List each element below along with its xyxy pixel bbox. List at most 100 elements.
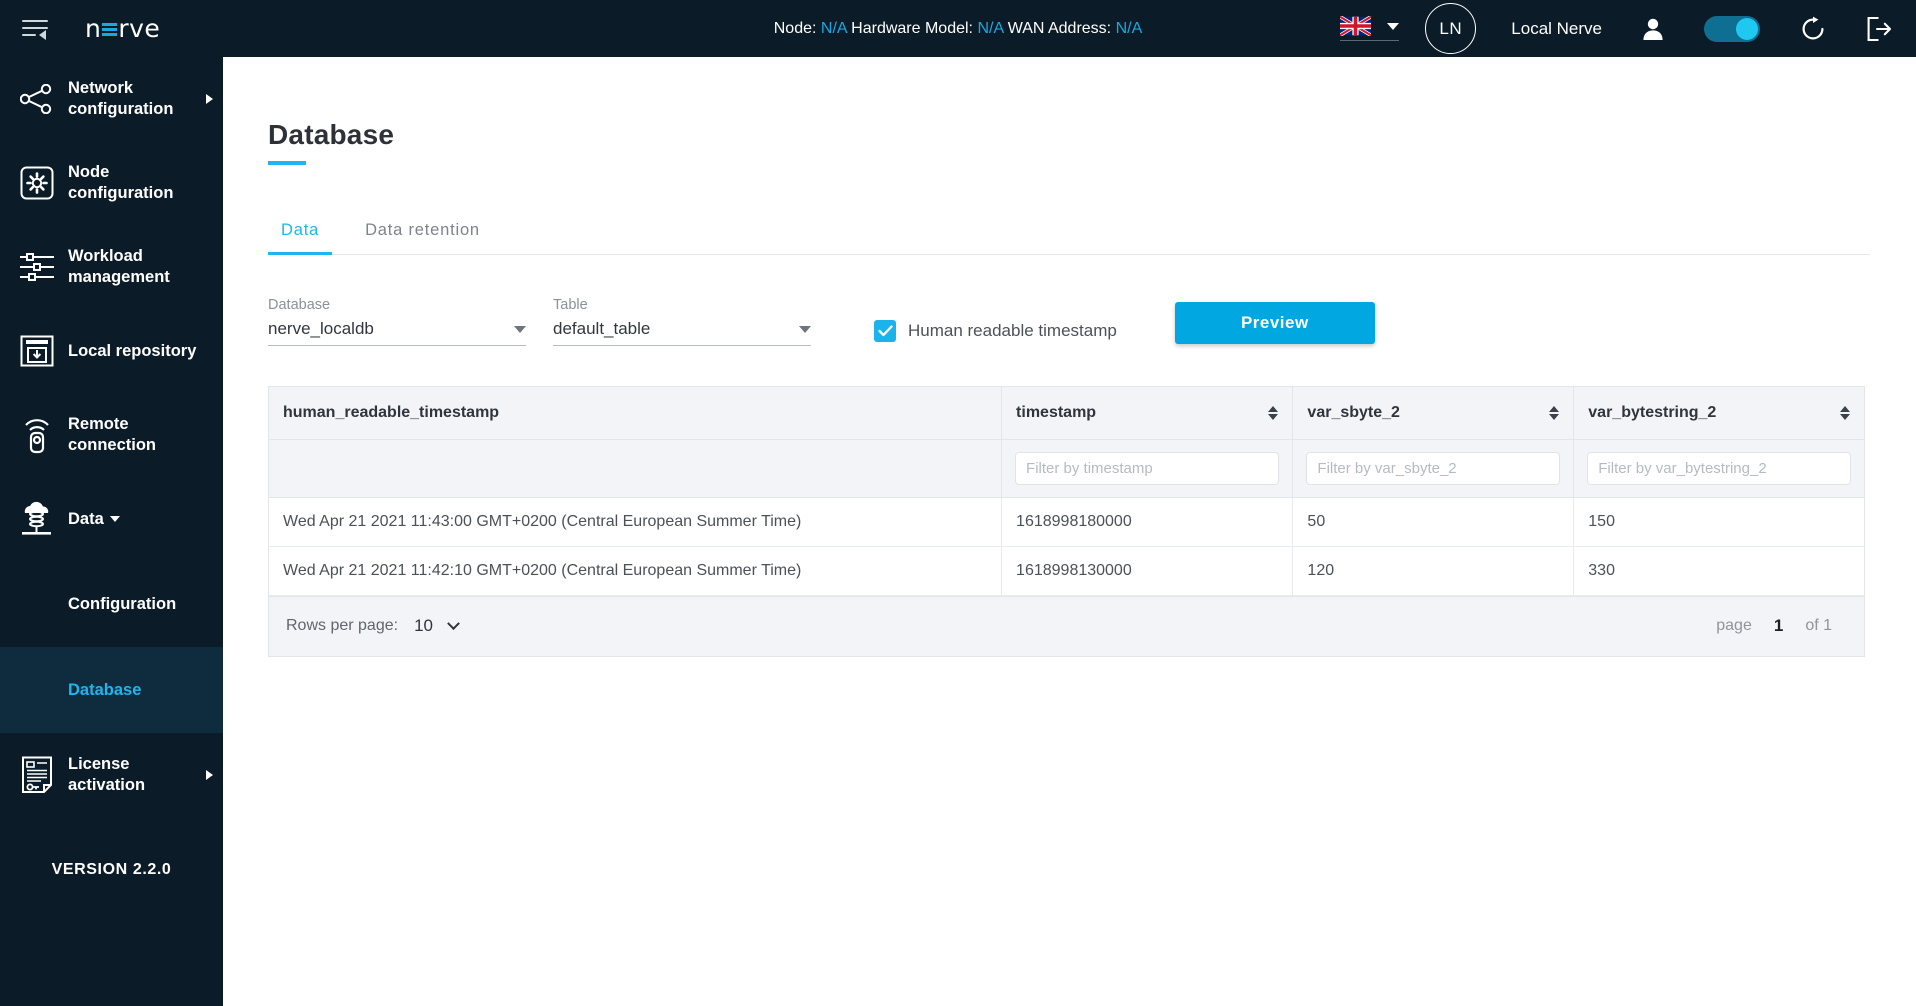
- logo-text-suffix: rve: [118, 14, 161, 43]
- avatar-initials: LN: [1439, 18, 1463, 38]
- page-word-label: page: [1716, 617, 1752, 634]
- sidebar-item-label: License activation: [68, 755, 146, 794]
- avatar[interactable]: LN: [1425, 3, 1477, 54]
- status-toggle[interactable]: [1704, 15, 1760, 42]
- rows-per-page-value: 10: [414, 616, 433, 635]
- sidebar-item-configuration[interactable]: Configuration: [0, 561, 223, 647]
- tab-data[interactable]: Data: [268, 221, 333, 255]
- sidebar-item-label: Workload management: [68, 247, 170, 286]
- tab-bar: Data Data retention: [268, 221, 1870, 255]
- sort-icon[interactable]: [1549, 405, 1560, 420]
- sidebar-item-label: Node configuration: [68, 163, 174, 202]
- version-label: VERSION 2.2.0: [51, 861, 172, 878]
- person-icon[interactable]: [1642, 17, 1664, 41]
- sidebar-item-database[interactable]: Database: [0, 647, 223, 733]
- table-filter-row: [269, 439, 1864, 498]
- sidebar-item-data[interactable]: Data: [0, 477, 223, 561]
- sidebar-item-network-configuration[interactable]: Network configuration: [0, 57, 223, 141]
- top-bar: n rve Node: N/A Hardware Model: N/A WAN …: [0, 0, 1916, 57]
- table-select[interactable]: default_table: [553, 319, 811, 346]
- chevron-down-icon: [799, 325, 811, 333]
- data-table: human_readable_timestamp timestamp var_s…: [269, 387, 1864, 596]
- sidebar-item-label: Network configuration: [68, 79, 174, 118]
- chevron-down-icon: [447, 616, 460, 630]
- toggle-knob: [1736, 17, 1758, 40]
- cell-var-bytestring-2: 150: [1573, 497, 1864, 547]
- chevron-down-icon: [514, 325, 526, 333]
- filter-input-timestamp[interactable]: [1015, 451, 1280, 485]
- cell-var-bytestring-2: 330: [1573, 546, 1864, 596]
- column-header-human-readable-timestamp[interactable]: human_readable_timestamp: [269, 387, 1003, 440]
- hardware-model-label: Hardware Model:: [851, 19, 973, 37]
- checkbox-checked-icon: [874, 320, 896, 342]
- username-label: Local Nerve: [1511, 18, 1602, 38]
- sidebar-item-license-activation[interactable]: License activation: [0, 733, 223, 817]
- repository-download-icon: [14, 335, 60, 367]
- filter-input-var-sbyte-2[interactable]: [1306, 451, 1561, 485]
- title-underline: [268, 161, 306, 165]
- collapse-menu-icon[interactable]: [0, 0, 70, 57]
- filter-cell-human-readable-timestamp: [269, 439, 1003, 498]
- sidebar-item-label: Remote connection: [68, 415, 157, 454]
- rows-per-page-select[interactable]: 10: [414, 616, 460, 636]
- current-page-number[interactable]: 1: [1774, 616, 1783, 636]
- chevron-right-icon: [206, 94, 213, 104]
- sidebar-item-workload-management[interactable]: Workload management: [0, 225, 223, 309]
- cell-timestamp: 1618998130000: [1001, 546, 1294, 596]
- total-pages-label: of 1: [1805, 617, 1832, 634]
- column-header-var-bytestring-2[interactable]: var_bytestring_2: [1573, 387, 1864, 440]
- cell-var-sbyte-2: 50: [1292, 497, 1575, 547]
- human-readable-timestamp-checkbox[interactable]: Human readable timestamp: [874, 320, 1117, 342]
- cell-var-sbyte-2: 120: [1292, 546, 1575, 596]
- column-header-label: timestamp: [1016, 403, 1097, 421]
- checkbox-label: Human readable timestamp: [908, 321, 1117, 340]
- sidebar: Network configuration Node configuration: [0, 57, 223, 1006]
- sort-icon[interactable]: [1268, 405, 1279, 420]
- node-value: N/A: [820, 19, 847, 37]
- column-header-label: var_sbyte_2: [1307, 403, 1400, 421]
- remote-control-icon: [14, 416, 60, 454]
- node-label: Node:: [773, 19, 817, 37]
- table-select-field: Table default_table: [553, 297, 811, 346]
- sidebar-item-label: Local repository: [68, 341, 197, 360]
- table-head: human_readable_timestamp timestamp var_s…: [269, 387, 1864, 498]
- gear-square-icon: [14, 166, 60, 200]
- filter-cell-var-bytestring-2: [1573, 439, 1864, 498]
- license-document-icon: [14, 756, 60, 794]
- logout-icon[interactable]: [1866, 16, 1892, 42]
- column-header-label: human_readable_timestamp: [283, 403, 500, 421]
- column-header-timestamp[interactable]: timestamp: [1001, 387, 1294, 440]
- database-select[interactable]: nerve_localdb: [268, 319, 526, 346]
- sort-icon[interactable]: [1840, 405, 1850, 420]
- language-selector[interactable]: [1340, 16, 1400, 41]
- sidebar-item-local-repository[interactable]: Local repository: [0, 309, 223, 393]
- database-select-label: Database: [268, 297, 331, 313]
- table-row[interactable]: Wed Apr 21 2021 11:42:10 GMT+0200 (Centr…: [269, 546, 1864, 596]
- cloud-database-icon: [14, 501, 60, 537]
- tab-data-retention[interactable]: Data retention: [352, 221, 493, 254]
- main-content: Database Data Data retention Database ne…: [223, 57, 1916, 1006]
- database-select-value: nerve_localdb: [268, 319, 374, 338]
- table-footer: Rows per page: 10 page 1 of 1: [269, 595, 1864, 656]
- column-header-label: var_bytestring_2: [1588, 403, 1717, 421]
- hardware-model-value: N/A: [977, 19, 1004, 37]
- table-header-row: human_readable_timestamp timestamp var_s…: [269, 387, 1864, 440]
- filter-cell-var-sbyte-2: [1292, 439, 1575, 498]
- sidebar-item-node-configuration[interactable]: Node configuration: [0, 141, 223, 225]
- wan-address-value: N/A: [1115, 19, 1143, 37]
- uk-flag-icon: [1340, 16, 1372, 36]
- table-body: Wed Apr 21 2021 11:43:00 GMT+0200 (Centr…: [269, 497, 1864, 596]
- query-controls: Database nerve_localdb Table default_tab…: [268, 297, 1870, 346]
- tab-label: Data retention: [365, 221, 480, 239]
- table-row[interactable]: Wed Apr 21 2021 11:43:00 GMT+0200 (Centr…: [269, 497, 1864, 547]
- top-bar-actions: LN Local Nerve: [1340, 3, 1916, 54]
- sidebar-item-remote-connection[interactable]: Remote connection: [0, 393, 223, 477]
- logo-text-prefix: n: [85, 14, 102, 43]
- database-select-field: Database nerve_localdb: [268, 297, 526, 346]
- filter-input-var-bytestring-2[interactable]: [1587, 451, 1851, 485]
- refresh-icon[interactable]: [1800, 16, 1826, 42]
- cell-human-readable-timestamp: Wed Apr 21 2021 11:42:10 GMT+0200 (Centr…: [269, 546, 1003, 596]
- preview-button[interactable]: Preview: [1174, 302, 1375, 344]
- column-header-var-sbyte-2[interactable]: var_sbyte_2: [1292, 387, 1575, 440]
- table-select-label: Table: [553, 297, 588, 313]
